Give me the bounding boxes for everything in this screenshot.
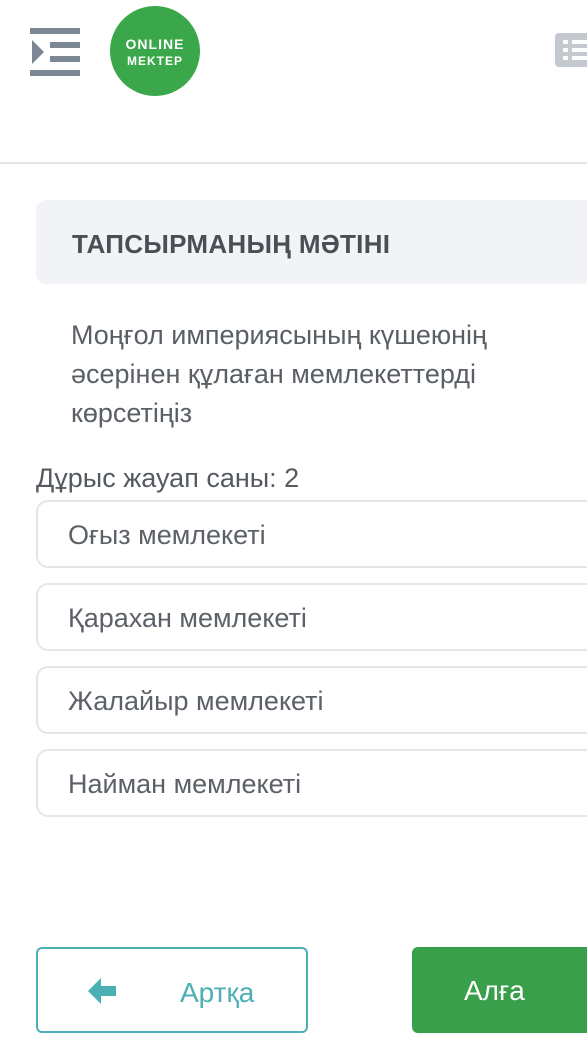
top-header: ONLINE MEKTEP [0,0,587,164]
next-button[interactable]: Алға [412,947,587,1033]
answer-option-label: Қарахан мемлекеті [68,603,307,633]
arrow-left-icon [88,978,118,1004]
online-mektep-logo: ONLINE MEKTEP [110,6,200,96]
answer-option-label: Оғыз мемлекеті [68,520,266,550]
task-title-panel: ТАПСЫРМАНЫҢ МӘТІНІ [36,200,587,284]
logo-text-line2: MEKTEP [126,54,183,68]
quiz-page: ONLINE MEKTEP ТАПСЫРМАНЫҢ МӘТІНІ Моңғол … [0,0,587,1050]
task-title: ТАПСЫРМАНЫҢ МӘТІНІ [72,229,391,259]
back-button-label: Артқа [180,977,255,1008]
logo-text-line1: ONLINE [125,36,185,52]
correct-answer-count: Дұрыс жауап саны: 2 [36,463,300,493]
answer-option[interactable]: Оғыз мемлекеті [36,500,587,568]
answer-option[interactable]: Найман мемлекеті [36,749,587,817]
back-button[interactable]: Артқа [36,947,308,1033]
answer-option[interactable]: Жалайыр мемлекеті [36,666,587,734]
hamburger-indent-icon[interactable] [30,28,82,76]
next-button-label: Алға [464,975,525,1006]
answer-option-label: Найман мемлекеті [68,769,302,799]
list-icon[interactable] [555,33,587,67]
answer-option[interactable]: Қарахан мемлекеті [36,583,587,651]
question-text: Моңғол империясының күшеюнің әсерінен құ… [71,320,487,428]
answer-option-label: Жалайыр мемлекеті [68,686,324,716]
